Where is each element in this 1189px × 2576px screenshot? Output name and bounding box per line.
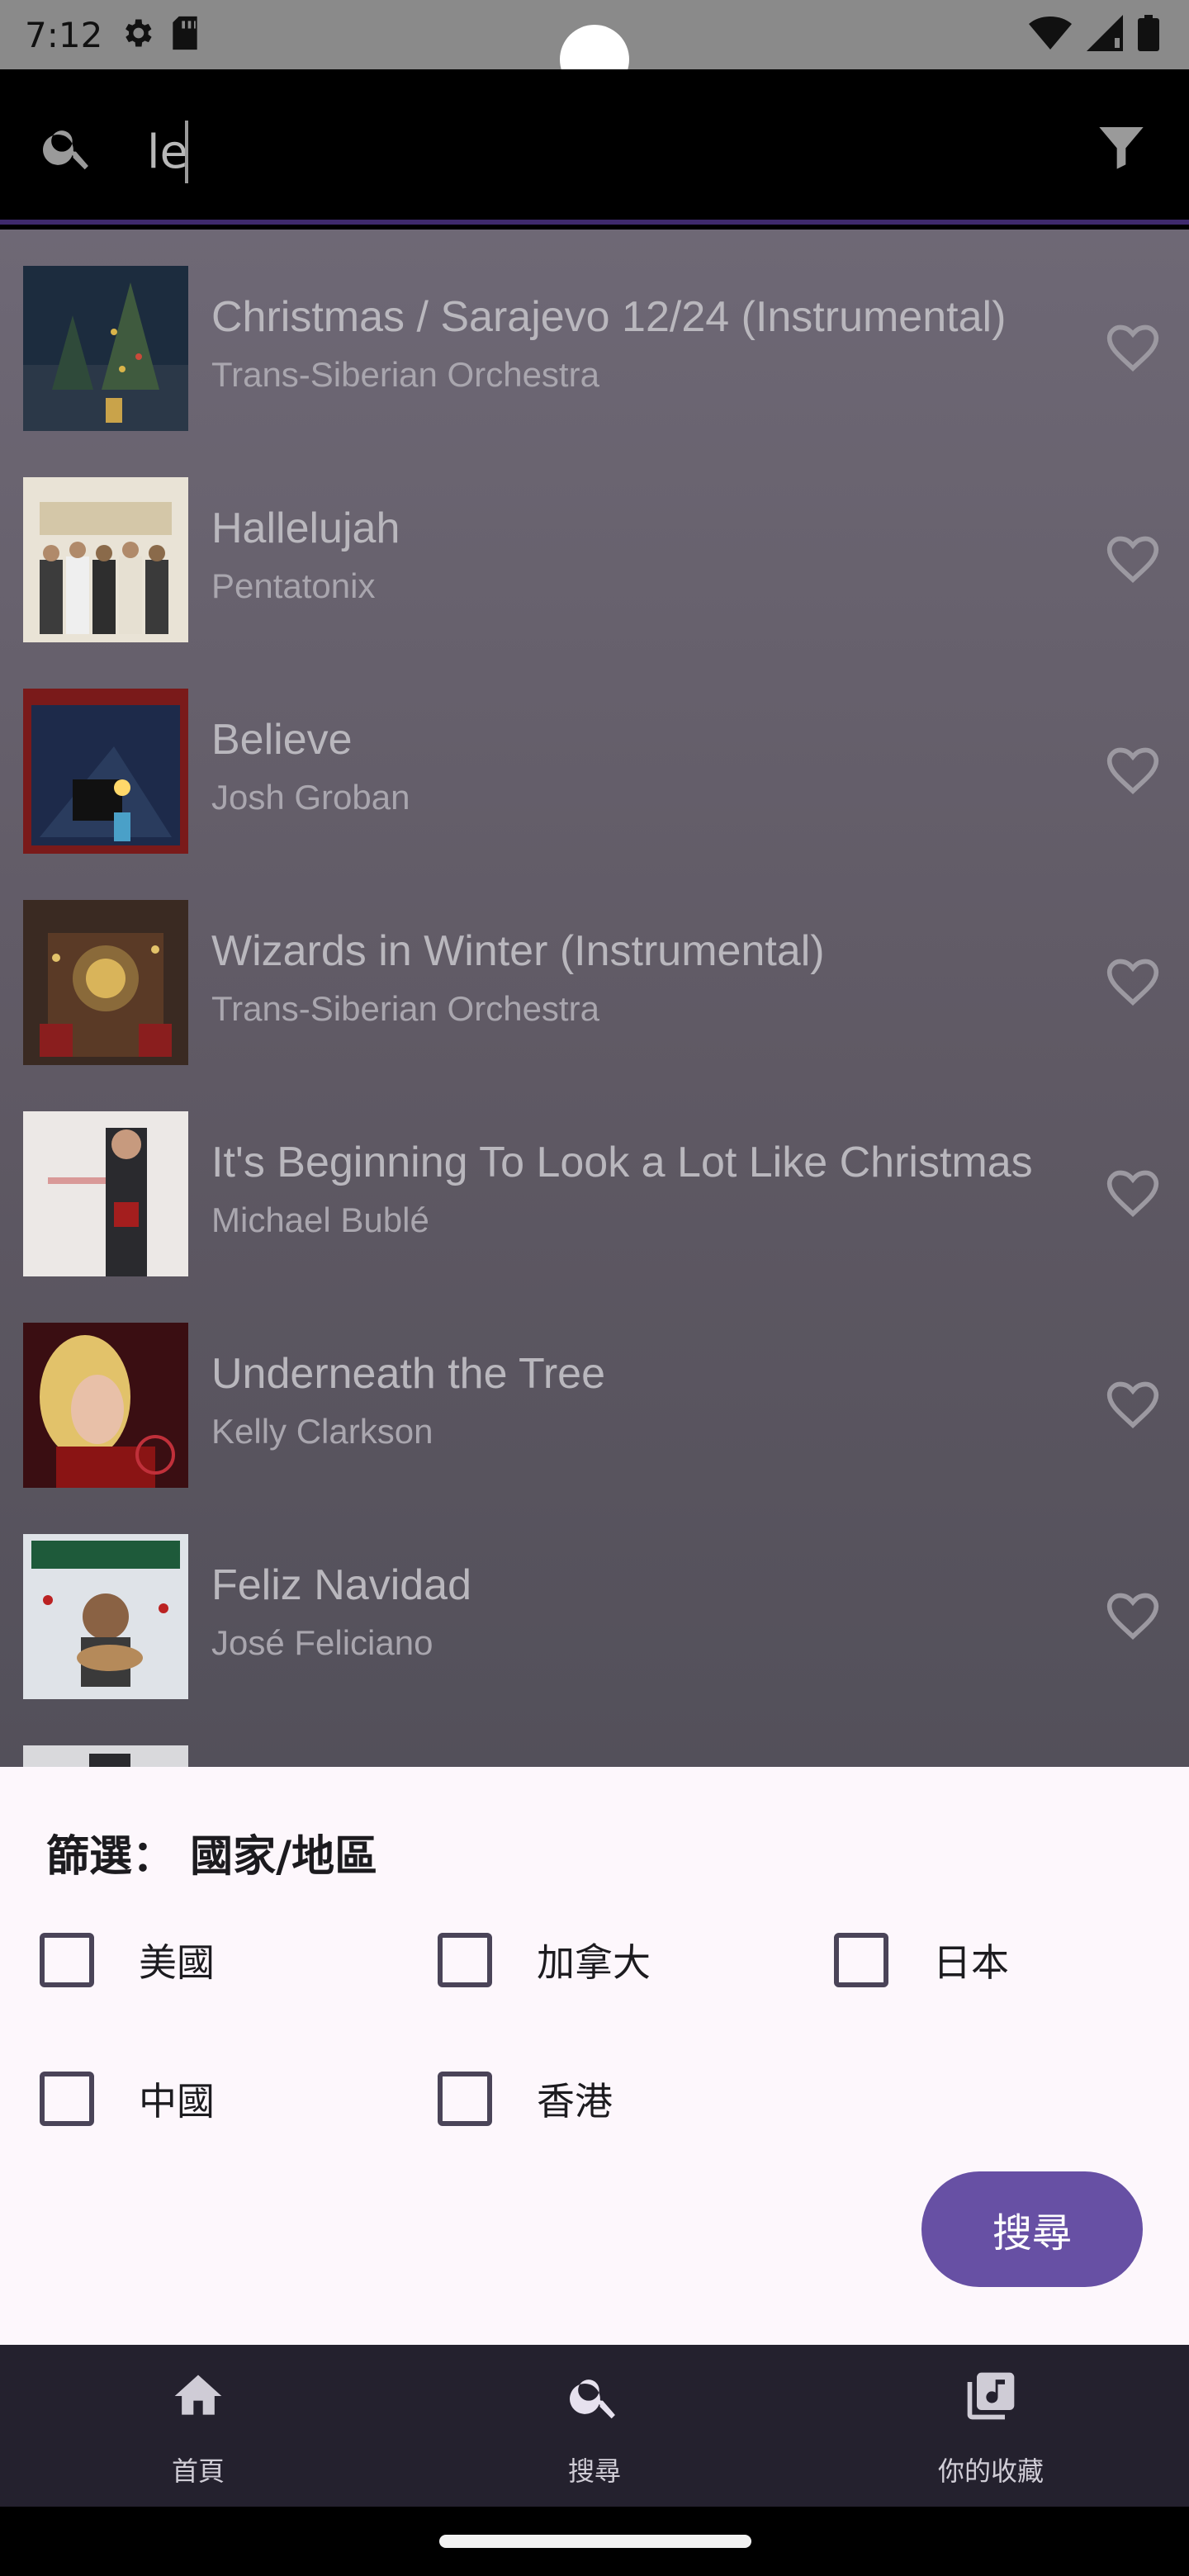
filter-bottom-sheet: 篩選： 國家/地區 美國 加拿大 日本 中國 香港 搜尋 bbox=[0, 1767, 1189, 2345]
album-cover bbox=[23, 1323, 188, 1488]
status-left-icons bbox=[119, 15, 201, 54]
song-artist: Trans-Siberian Orchestra bbox=[211, 989, 599, 1028]
song-row[interactable]: It's Beginning To Look a Lot Like Christ… bbox=[0, 1075, 1189, 1286]
favorite-heart-icon[interactable] bbox=[1105, 1589, 1161, 1648]
album-cover bbox=[23, 900, 188, 1065]
song-title: Believe bbox=[211, 716, 353, 764]
filter-option-canada[interactable]: 加拿大 bbox=[438, 1927, 651, 1993]
song-artist: Josh Groban bbox=[211, 778, 410, 817]
nav-label: 你的收藏 bbox=[937, 2455, 1044, 2487]
option-label: 香港 bbox=[537, 2079, 613, 2124]
filter-icon[interactable] bbox=[1095, 121, 1148, 177]
checkbox[interactable] bbox=[438, 1933, 492, 1987]
nav-label: 搜尋 bbox=[567, 2455, 621, 2487]
checkbox[interactable] bbox=[40, 2072, 94, 2126]
favorite-heart-icon[interactable] bbox=[1105, 532, 1161, 591]
search-input[interactable] bbox=[147, 119, 1055, 185]
song-row[interactable]: Christmas / Sarajevo 12/24 (Instrumental… bbox=[0, 230, 1189, 441]
option-label: 美國 bbox=[139, 1940, 215, 1985]
checkbox[interactable] bbox=[40, 1933, 94, 1987]
checkbox[interactable] bbox=[438, 2072, 492, 2126]
settings-gear-icon bbox=[119, 15, 155, 54]
song-artist: José Feliciano bbox=[211, 1623, 433, 1662]
home-icon bbox=[170, 2368, 226, 2424]
album-cover bbox=[23, 266, 188, 431]
favorite-heart-icon[interactable] bbox=[1105, 1166, 1161, 1225]
text-cursor bbox=[185, 121, 188, 183]
song-artist: Michael Bublé bbox=[211, 1200, 429, 1239]
search-icon[interactable] bbox=[40, 119, 96, 178]
album-cover bbox=[23, 1534, 188, 1699]
song-row[interactable]: Feliz Navidad José Feliciano bbox=[0, 1498, 1189, 1709]
song-row[interactable] bbox=[0, 1709, 1189, 1767]
song-row[interactable]: Hallelujah Pentatonix bbox=[0, 441, 1189, 652]
nav-item-library[interactable]: 你的收藏 bbox=[793, 2345, 1189, 2507]
song-title: Wizards in Winter (Instrumental) bbox=[211, 927, 825, 975]
nav-label: 首頁 bbox=[171, 2455, 225, 2487]
search-results-list: Christmas / Sarajevo 12/24 (Instrumental… bbox=[0, 230, 1189, 1767]
song-title: Christmas / Sarajevo 12/24 (Instrumental… bbox=[211, 293, 1007, 341]
search-button[interactable]: 搜尋 bbox=[921, 2171, 1143, 2287]
gesture-navigation-bar bbox=[0, 2507, 1189, 2576]
status-time: 7:12 bbox=[25, 14, 103, 55]
wifi-icon bbox=[1029, 15, 1072, 54]
song-artist: Trans-Siberian Orchestra bbox=[211, 355, 599, 394]
filter-option-china[interactable]: 中國 bbox=[40, 2066, 215, 2132]
bottom-navigation: 首頁 搜尋 你的收藏 bbox=[0, 2345, 1189, 2507]
search-bar bbox=[0, 69, 1189, 225]
filter-option-hong-kong[interactable]: 香港 bbox=[438, 2066, 613, 2132]
filter-option-japan[interactable]: 日本 bbox=[834, 1927, 1009, 1993]
cellular-signal-icon bbox=[1087, 15, 1123, 54]
favorite-heart-icon[interactable] bbox=[1105, 1377, 1161, 1437]
library-music-icon bbox=[963, 2368, 1019, 2424]
nav-item-search[interactable]: 搜尋 bbox=[396, 2345, 793, 2507]
song-row[interactable]: Wizards in Winter (Instrumental) Trans-S… bbox=[0, 864, 1189, 1075]
home-gesture-handle[interactable] bbox=[439, 2535, 751, 2548]
filter-option-usa[interactable]: 美國 bbox=[40, 1927, 215, 1993]
song-row[interactable]: Believe Josh Groban bbox=[0, 652, 1189, 864]
battery-icon bbox=[1138, 15, 1159, 54]
song-artist: Kelly Clarkson bbox=[211, 1412, 433, 1451]
checkbox[interactable] bbox=[834, 1933, 888, 1987]
album-cover bbox=[23, 689, 188, 854]
song-title: Hallelujah bbox=[211, 504, 400, 552]
song-row[interactable]: Underneath the Tree Kelly Clarkson bbox=[0, 1286, 1189, 1498]
song-artist: Pentatonix bbox=[211, 566, 376, 605]
sd-card-icon bbox=[168, 15, 201, 54]
status-right-icons bbox=[1029, 15, 1159, 54]
option-label: 日本 bbox=[933, 1940, 1009, 1985]
favorite-heart-icon[interactable] bbox=[1105, 320, 1161, 380]
album-cover bbox=[23, 1111, 188, 1276]
favorite-heart-icon[interactable] bbox=[1105, 954, 1161, 1014]
favorite-heart-icon[interactable] bbox=[1105, 743, 1161, 803]
filter-title: 篩選： 國家/地區 bbox=[46, 1832, 378, 1882]
search-icon bbox=[566, 2368, 623, 2424]
option-label: 中國 bbox=[139, 2079, 215, 2124]
song-title: It's Beginning To Look a Lot Like Christ… bbox=[211, 1139, 1033, 1186]
song-title: Underneath the Tree bbox=[211, 1350, 605, 1398]
album-cover bbox=[23, 477, 188, 642]
song-title: Feliz Navidad bbox=[211, 1561, 472, 1609]
album-cover bbox=[23, 1745, 188, 1767]
nav-item-home[interactable]: 首頁 bbox=[0, 2345, 396, 2507]
option-label: 加拿大 bbox=[537, 1940, 651, 1985]
